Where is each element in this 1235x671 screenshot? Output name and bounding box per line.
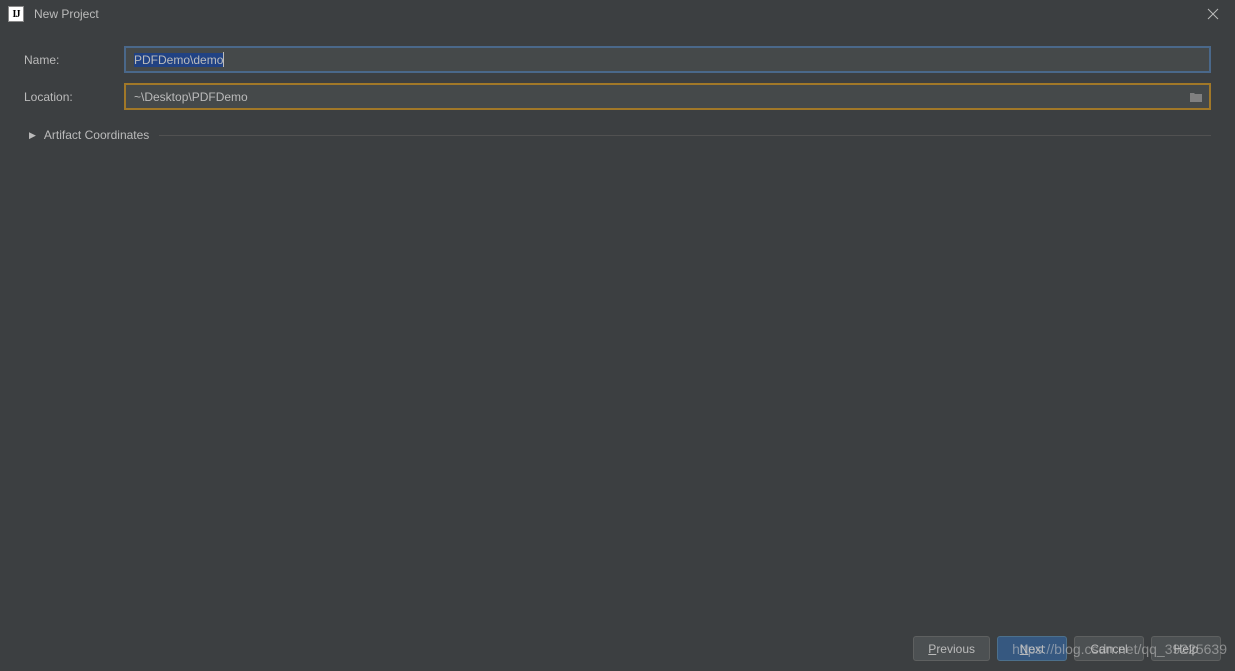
name-label: Name: (24, 53, 124, 67)
browse-folder-button[interactable] (1189, 91, 1203, 103)
chevron-right-icon: ▶ (29, 130, 36, 141)
name-input[interactable]: PDFDemo\demo (124, 46, 1211, 73)
artifact-coordinates-label: Artifact Coordinates (44, 128, 149, 142)
section-divider (159, 135, 1211, 136)
dialog-content: Name: PDFDemo\demo Location: ~\Desktop\P… (0, 28, 1235, 150)
cancel-button[interactable]: Cancel (1074, 636, 1144, 661)
location-input-wrapper: ~\Desktop\PDFDemo (124, 83, 1211, 110)
name-input-value: PDFDemo\demo (134, 53, 223, 67)
close-icon (1207, 8, 1219, 20)
text-caret (223, 52, 224, 67)
window-title: New Project (34, 7, 99, 21)
location-input[interactable]: ~\Desktop\PDFDemo (124, 83, 1211, 110)
folder-icon (1189, 91, 1203, 103)
dialog-button-bar: Previous Next Cancel Help (0, 626, 1235, 671)
artifact-coordinates-section[interactable]: ▶ Artifact Coordinates (29, 120, 1211, 150)
window-titlebar: New Project (0, 0, 1235, 28)
name-input-wrapper: PDFDemo\demo (124, 46, 1211, 73)
name-row: Name: PDFDemo\demo (24, 46, 1211, 73)
help-button[interactable]: Help (1151, 636, 1221, 661)
location-input-value: ~\Desktop\PDFDemo (134, 90, 248, 104)
location-label: Location: (24, 90, 124, 104)
app-icon (8, 6, 24, 22)
location-row: Location: ~\Desktop\PDFDemo (24, 83, 1211, 110)
previous-button[interactable]: Previous (913, 636, 990, 661)
close-button[interactable] (1190, 0, 1235, 28)
next-button[interactable]: Next (997, 636, 1067, 661)
